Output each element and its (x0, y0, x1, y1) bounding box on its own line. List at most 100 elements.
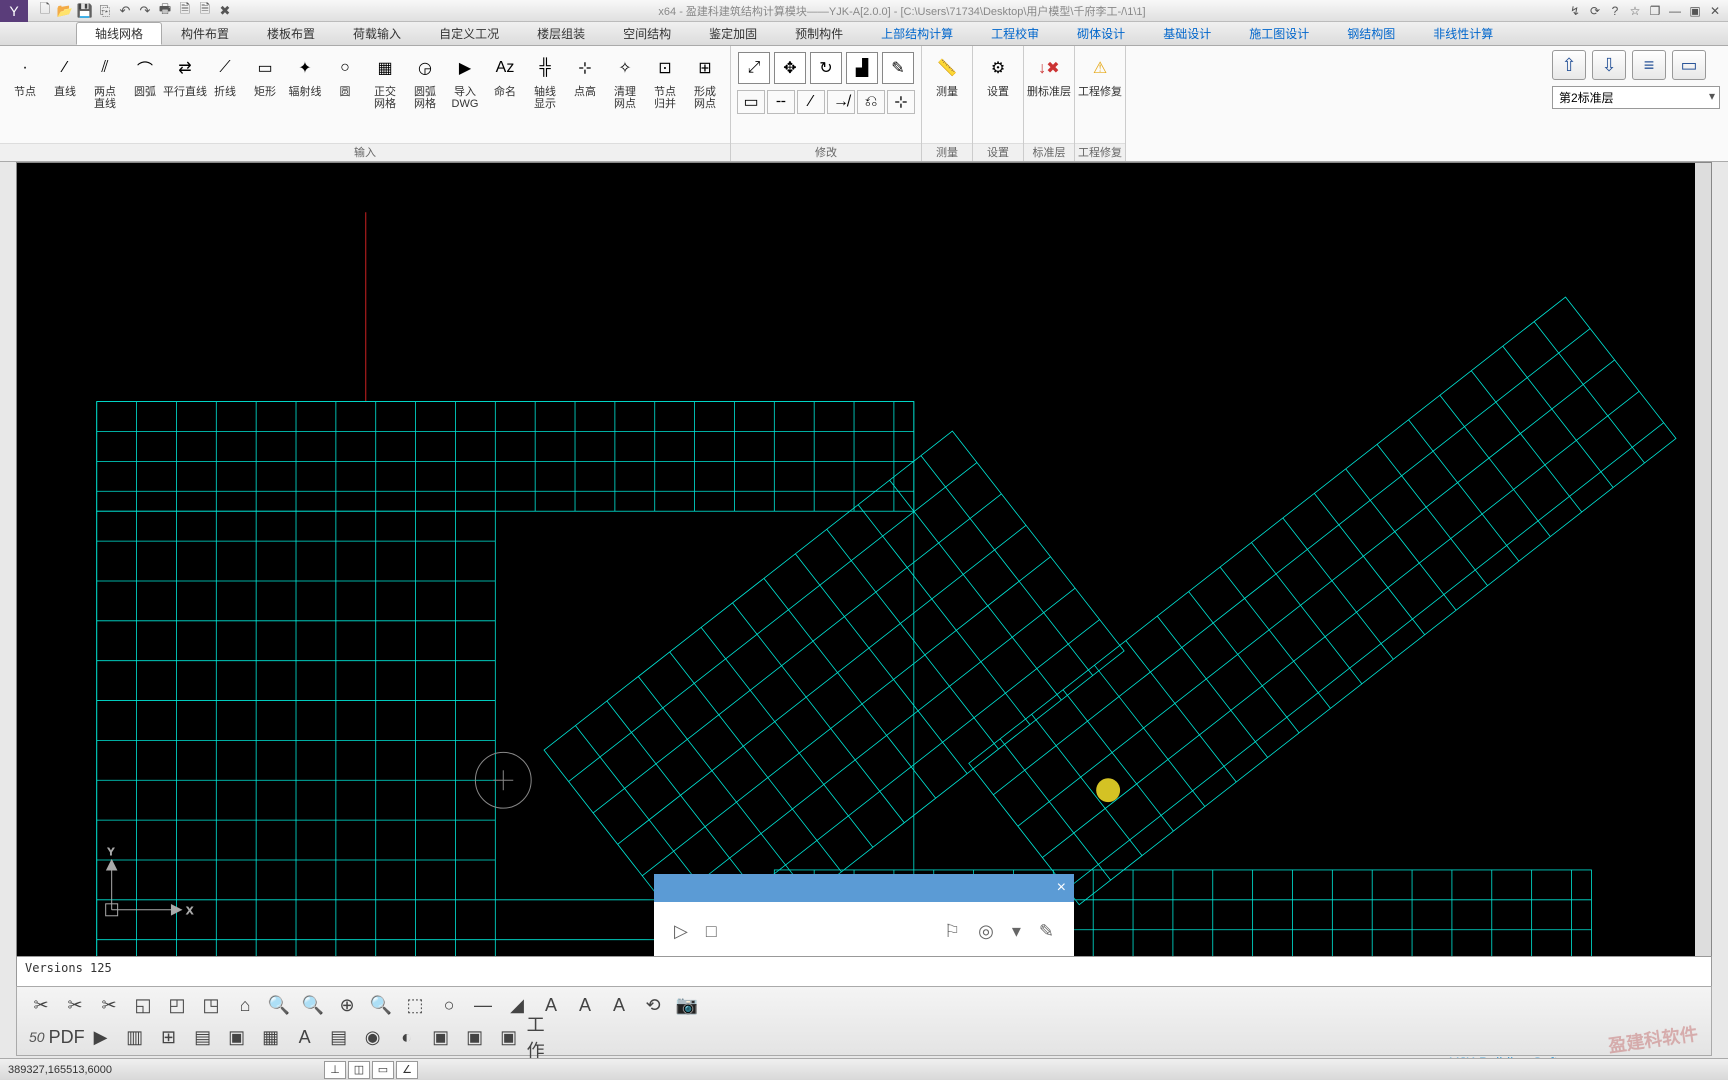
ribbon-btn-节点[interactable]: ·节点 (6, 50, 44, 98)
floatbar-btn-4[interactable]: ▾ (1012, 921, 1021, 942)
ribbon-btn-圆弧[interactable]: ⌒圆弧 (126, 50, 164, 98)
bottom-btn-r1-4[interactable]: ◰ (161, 990, 193, 1020)
bottom-btn-r2-11[interactable]: ◐ (391, 1022, 423, 1052)
snap-toggle-0[interactable]: ⊥ (324, 1061, 346, 1079)
bottom-btn-r2-4[interactable]: ⊞ (153, 1022, 185, 1052)
bottom-btn-r1-5[interactable]: ◳ (195, 990, 227, 1020)
ribbon-btn-命名[interactable]: Az命名 (486, 50, 524, 98)
restore-icon[interactable]: ❐ (1646, 3, 1664, 19)
qat-new-icon[interactable]: 🗋 (36, 2, 54, 20)
tab-钢结构图[interactable]: 钢结构图 (1328, 22, 1414, 45)
tab-砌体设计[interactable]: 砌体设计 (1058, 22, 1144, 45)
tab-楼层组装[interactable]: 楼层组装 (518, 22, 604, 45)
bottom-btn-r1-2[interactable]: ✂ (93, 990, 125, 1020)
floatbar-header[interactable]: × (654, 874, 1074, 902)
help3-icon[interactable]: ? (1606, 3, 1624, 19)
bottom-btn-r2-9[interactable]: ▤ (323, 1022, 355, 1052)
bottom-btn-r2-5[interactable]: ▤ (187, 1022, 219, 1052)
bottom-btn-r1-19[interactable]: 📷 (671, 990, 703, 1020)
floatbar-btn-5[interactable]: ✎ (1039, 921, 1054, 942)
qat-doc1-icon[interactable]: 🗎 (176, 2, 194, 20)
minimize-icon[interactable]: — (1666, 3, 1684, 19)
bottom-btn-r1-18[interactable]: ⟲ (637, 990, 669, 1020)
modify-btn[interactable]: ▟ (845, 50, 879, 84)
tab-预制构件[interactable]: 预制构件 (776, 22, 862, 45)
bottom-btn-r2-13[interactable]: ▣ (459, 1022, 491, 1052)
modify-btn[interactable]: ✥ (773, 50, 807, 84)
tab-构件布置[interactable]: 构件布置 (162, 22, 248, 45)
ribbon-btn-矩形[interactable]: ▭矩形 (246, 50, 284, 98)
bottom-btn-r1-13[interactable]: — (467, 990, 499, 1020)
bottom-btn-r1-16[interactable]: A (569, 990, 601, 1020)
bottom-btn-r1-7[interactable]: 🔍 (263, 990, 295, 1020)
qat-print-icon[interactable]: 🖶 (156, 2, 174, 20)
maximize-icon[interactable]: ▣ (1686, 3, 1704, 19)
modify-btn[interactable]: ✎ (881, 50, 915, 84)
snap-toggle-1[interactable]: ◫ (348, 1061, 370, 1079)
bottom-btn-r2-2[interactable]: ▶ (85, 1022, 117, 1052)
floatbar-btn-2[interactable]: ⚐ (944, 921, 960, 942)
modify-btn[interactable]: ↻ (809, 50, 843, 84)
qat-redo-icon[interactable]: ↷ (136, 2, 154, 20)
tab-非线性计算[interactable]: 非线性计算 (1414, 22, 1512, 45)
ribbon-btn-直线[interactable]: ⁄直线 (46, 50, 84, 98)
ribbon-btn-圆[interactable]: ○圆 (326, 50, 364, 98)
ribbon-btn-清理网点[interactable]: ✧清理 网点 (606, 50, 644, 110)
modify-small-btn[interactable]: ⊹ (887, 88, 915, 114)
floatbar-btn-0[interactable]: ▷ (674, 921, 688, 942)
ribbon-btn-节点归并[interactable]: ⊡节点 归并 (646, 50, 684, 110)
floor-up-button[interactable]: ⇧ (1552, 50, 1586, 80)
tab-自定义工况[interactable]: 自定义工况 (420, 22, 518, 45)
drawing-canvas[interactable]: XY (16, 162, 1712, 980)
bottom-btn-r1-3[interactable]: ◱ (127, 990, 159, 1020)
bottom-btn-r1-6[interactable]: ⌂ (229, 990, 261, 1020)
snap-toggle-2[interactable]: ▭ (372, 1061, 394, 1079)
settings-button[interactable]: ⚙设置 (979, 50, 1017, 98)
ribbon-btn-轴线显示[interactable]: ╬轴线 显示 (526, 50, 564, 110)
qat-save-icon[interactable]: 💾 (76, 2, 94, 20)
floatbar-close-icon[interactable]: × (1057, 879, 1066, 897)
bottom-btn-r1-12[interactable]: ○ (433, 990, 465, 1020)
bottom-btn-r2-0[interactable]: 50 (25, 1029, 49, 1045)
bottom-btn-r2-12[interactable]: ▣ (425, 1022, 457, 1052)
tab-施工图设计[interactable]: 施工图设计 (1230, 22, 1328, 45)
qat-close-icon[interactable]: ✖ (216, 2, 234, 20)
floor-dropdown[interactable]: 第2标准层 (1552, 86, 1720, 109)
delete-stdfloor-button[interactable]: ↓✖删标准层 (1030, 50, 1068, 98)
measure-button[interactable]: 📏测量 (928, 50, 966, 98)
bottom-btn-r2-6[interactable]: ▣ (221, 1022, 253, 1052)
bottom-btn-r2-10[interactable]: ◉ (357, 1022, 389, 1052)
bottom-btn-r1-10[interactable]: 🔍 (365, 990, 397, 1020)
ribbon-btn-平行直线[interactable]: ⇄平行直线 (166, 50, 204, 98)
tab-上部结构计算[interactable]: 上部结构计算 (862, 22, 972, 45)
floor-down-button[interactable]: ⇩ (1592, 50, 1626, 80)
bottom-btn-r1-11[interactable]: ⬚ (399, 990, 431, 1020)
ribbon-btn-辐射线[interactable]: ✦辐射线 (286, 50, 324, 98)
modify-small-btn[interactable]: ╌ (767, 88, 795, 114)
repair-button[interactable]: ⚠工程修复 (1081, 50, 1119, 98)
help2-icon[interactable]: ⟳ (1586, 3, 1604, 19)
floor-panel-button[interactable]: ▭ (1672, 50, 1706, 80)
bottom-btn-r1-1[interactable]: ✂ (59, 990, 91, 1020)
tab-鉴定加固[interactable]: 鉴定加固 (690, 22, 776, 45)
ribbon-btn-两点直线[interactable]: ⫽两点 直线 (86, 50, 124, 110)
bottom-btn-r2-14[interactable]: ▣ (493, 1022, 525, 1052)
bottom-btn-r1-17[interactable]: A (603, 990, 635, 1020)
bottom-btn-r2-3[interactable]: ▥ (119, 1022, 151, 1052)
help1-icon[interactable]: ↯ (1566, 3, 1584, 19)
snap-toggle-3[interactable]: ∠ (396, 1061, 418, 1079)
ribbon-btn-折线[interactable]: ⟋折线 (206, 50, 244, 98)
modify-small-btn[interactable]: ⁄ (797, 88, 825, 114)
star-icon[interactable]: ☆ (1626, 3, 1644, 19)
bottom-btn-r2-8[interactable]: A (289, 1022, 321, 1052)
bottom-btn-r1-8[interactable]: 🔍 (297, 990, 329, 1020)
modify-small-btn[interactable]: ▭ (737, 88, 765, 114)
ribbon-btn-正交网格[interactable]: ▦正交 网格 (366, 50, 404, 110)
qat-open-icon[interactable]: 📂 (56, 2, 74, 20)
floatbar-btn-3[interactable]: ◎ (978, 921, 994, 942)
qat-doc2-icon[interactable]: 🗎 (196, 2, 214, 20)
modify-btn[interactable]: ⤢ (737, 50, 771, 84)
bottom-btn-r1-9[interactable]: ⊕ (331, 990, 363, 1020)
ribbon-btn-形成网点[interactable]: ⊞形成 网点 (686, 50, 724, 110)
bottom-btn-r2-7[interactable]: ▦ (255, 1022, 287, 1052)
